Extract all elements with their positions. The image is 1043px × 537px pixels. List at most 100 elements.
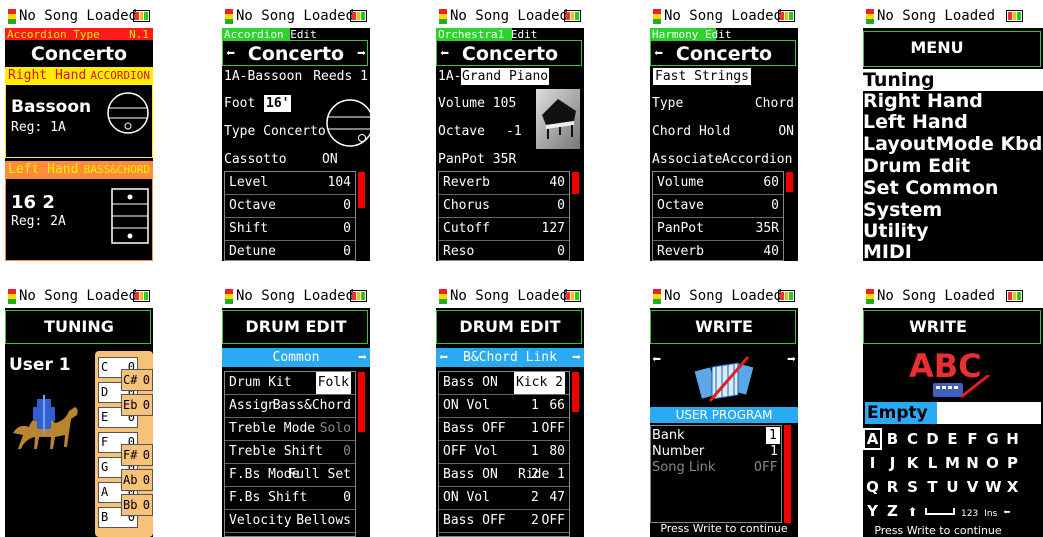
insert-key[interactable]: Ins	[984, 509, 997, 519]
list-item[interactable]: Level 104	[225, 172, 355, 195]
cassotto-value[interactable]: ON	[322, 151, 338, 168]
numeric-key[interactable]: 123	[961, 509, 978, 519]
associate-value[interactable]: Accordion	[722, 151, 792, 168]
list-item[interactable]: Octave 0	[225, 195, 355, 218]
scrollbar[interactable]	[784, 425, 791, 523]
menu-item-tuning[interactable]: Tuning	[863, 69, 935, 91]
list-item[interactable]: Bass ON 2 Ride 1	[439, 464, 569, 487]
tuning-black-key[interactable]: C# 0	[121, 369, 153, 391]
key-button[interactable]: A	[863, 428, 882, 450]
key-button[interactable]: H	[1005, 430, 1020, 448]
tuning-black-key[interactable]: Ab 0	[121, 469, 153, 491]
scrollbar[interactable]	[572, 372, 579, 412]
voice-name[interactable]: Grand Piano	[461, 68, 550, 85]
list-item[interactable]: Bass ON1Kick 2	[439, 372, 569, 395]
key-button[interactable]: V	[965, 478, 980, 496]
key-button[interactable]: K	[905, 454, 920, 472]
list-item[interactable]: Reverb 40	[653, 241, 783, 261]
octave-value[interactable]: -1	[506, 123, 522, 140]
list-item[interactable]: Reso 0	[439, 241, 569, 261]
scrollbar[interactable]	[358, 372, 365, 432]
preset-name[interactable]: Fast Strings	[653, 68, 751, 85]
list-item[interactable]: Chorus 0	[439, 195, 569, 218]
list-item[interactable]: OFF Vol 1 80	[439, 441, 569, 464]
key-button[interactable]: D	[925, 430, 940, 448]
program-title[interactable]: Concerto	[5, 42, 153, 66]
key-button[interactable]: N	[965, 454, 980, 472]
menu-item-left-hand[interactable]: Left Hand	[863, 111, 968, 133]
list-item[interactable]: Cutoff 127	[439, 218, 569, 241]
menu-item-system[interactable]: System	[863, 199, 942, 221]
list-item[interactable]: Shift 0	[225, 218, 355, 241]
key-button[interactable]: B	[885, 430, 900, 448]
list-item[interactable]: ON Vol 1 66	[439, 395, 569, 418]
menu-item-layoutmode[interactable]: LayoutMode Kbd	[863, 133, 1042, 155]
list-item[interactable]: Velocity Bellows	[225, 510, 355, 533]
list-item[interactable]: Bass OFF 1 OFF	[439, 418, 569, 441]
arrow-right-icon[interactable]: ➡	[787, 351, 796, 368]
key-button[interactable]: C	[905, 430, 920, 448]
program-title[interactable]: Concerto	[436, 42, 584, 66]
tuning-black-key[interactable]: Bb 0	[121, 494, 153, 516]
tuning-black-key[interactable]: Eb 0	[121, 394, 153, 416]
list-item[interactable]: Bass OFF 2 OFF	[439, 510, 569, 533]
key-button[interactable]: Q	[865, 478, 880, 496]
list-item[interactable]: F.Bs Shift 0	[225, 487, 355, 510]
tuning-black-key[interactable]: F# 0	[121, 444, 153, 466]
list-item[interactable]: F.Bs Mode Full Set	[225, 464, 355, 487]
bank-value[interactable]: 1	[766, 427, 780, 444]
list-item[interactable]: Treble Shift 0	[225, 441, 355, 464]
arrow-left-icon[interactable]: ⬅	[652, 351, 661, 368]
name-value[interactable]: Empty	[867, 403, 928, 423]
list-item[interactable]: Drum Kit Folk	[225, 372, 355, 395]
scrollbar[interactable]	[572, 172, 579, 194]
program-title[interactable]: Concerto	[222, 42, 370, 66]
list-item[interactable]: Volume 60	[653, 172, 783, 195]
type-label: Type	[652, 96, 684, 111]
menu-item-drum-edit[interactable]: Drum Edit	[863, 155, 970, 177]
key-button[interactable]: U	[945, 478, 960, 496]
key-button[interactable]: F	[965, 430, 980, 448]
type-value[interactable]: Chord	[755, 95, 794, 112]
number-value[interactable]: 1	[770, 443, 778, 460]
key-button[interactable]: X	[1005, 478, 1020, 496]
list-item[interactable]: Reverb 40	[439, 172, 569, 195]
list-item[interactable]: Assign Bass&Chord	[225, 395, 355, 418]
list-item[interactable]: ON Vol 2 47	[439, 487, 569, 510]
backspace-icon[interactable]: ⬅	[1003, 505, 1010, 519]
list-item[interactable]: PanPot 35R	[653, 218, 783, 241]
menu-item-midi[interactable]: MIDI	[863, 241, 912, 261]
arrow-right-icon[interactable]: ➡	[358, 349, 367, 366]
key-button[interactable]: O	[985, 454, 1000, 472]
list-item[interactable]: Treble Mode Solo	[225, 418, 355, 441]
menu-item-utility[interactable]: Utility	[863, 220, 929, 242]
scrollbar[interactable]	[786, 172, 793, 192]
key-button[interactable]: M	[945, 454, 960, 472]
list-item[interactable]: Detune 0	[225, 241, 355, 261]
song-link-value[interactable]: OFF	[754, 459, 777, 476]
space-key-icon[interactable]	[925, 508, 955, 515]
arrow-right-icon[interactable]: ➡	[572, 349, 581, 366]
key-button[interactable]: Z	[885, 502, 900, 520]
chord-hold-value[interactable]: ON	[778, 123, 794, 140]
menu-item-set-common[interactable]: Set Common	[863, 177, 998, 199]
tuning-user[interactable]: User 1	[9, 355, 71, 375]
program-title[interactable]: Concerto	[650, 42, 798, 66]
key-button[interactable]: S	[905, 478, 920, 496]
key-button[interactable]: W	[985, 478, 1002, 496]
foot-value[interactable]: 16'	[264, 95, 292, 112]
key-button[interactable]: Y	[865, 502, 880, 520]
key-button[interactable]: R	[885, 478, 900, 496]
list-item[interactable]: Octave 0	[653, 195, 783, 218]
shift-icon[interactable]: ⬆	[905, 505, 920, 519]
key-button[interactable]: E	[945, 430, 960, 448]
key-button[interactable]: P	[1005, 454, 1020, 472]
scrollbar[interactable]	[358, 172, 365, 208]
key-button[interactable]: I	[865, 454, 880, 472]
status-bar: No Song Loaded	[650, 5, 798, 28]
key-button[interactable]: J	[885, 454, 900, 472]
key-button[interactable]: L	[925, 454, 940, 472]
menu-item-right-hand[interactable]: Right Hand	[863, 90, 983, 112]
key-button[interactable]: T	[925, 478, 940, 496]
key-button[interactable]: G	[985, 430, 1000, 448]
